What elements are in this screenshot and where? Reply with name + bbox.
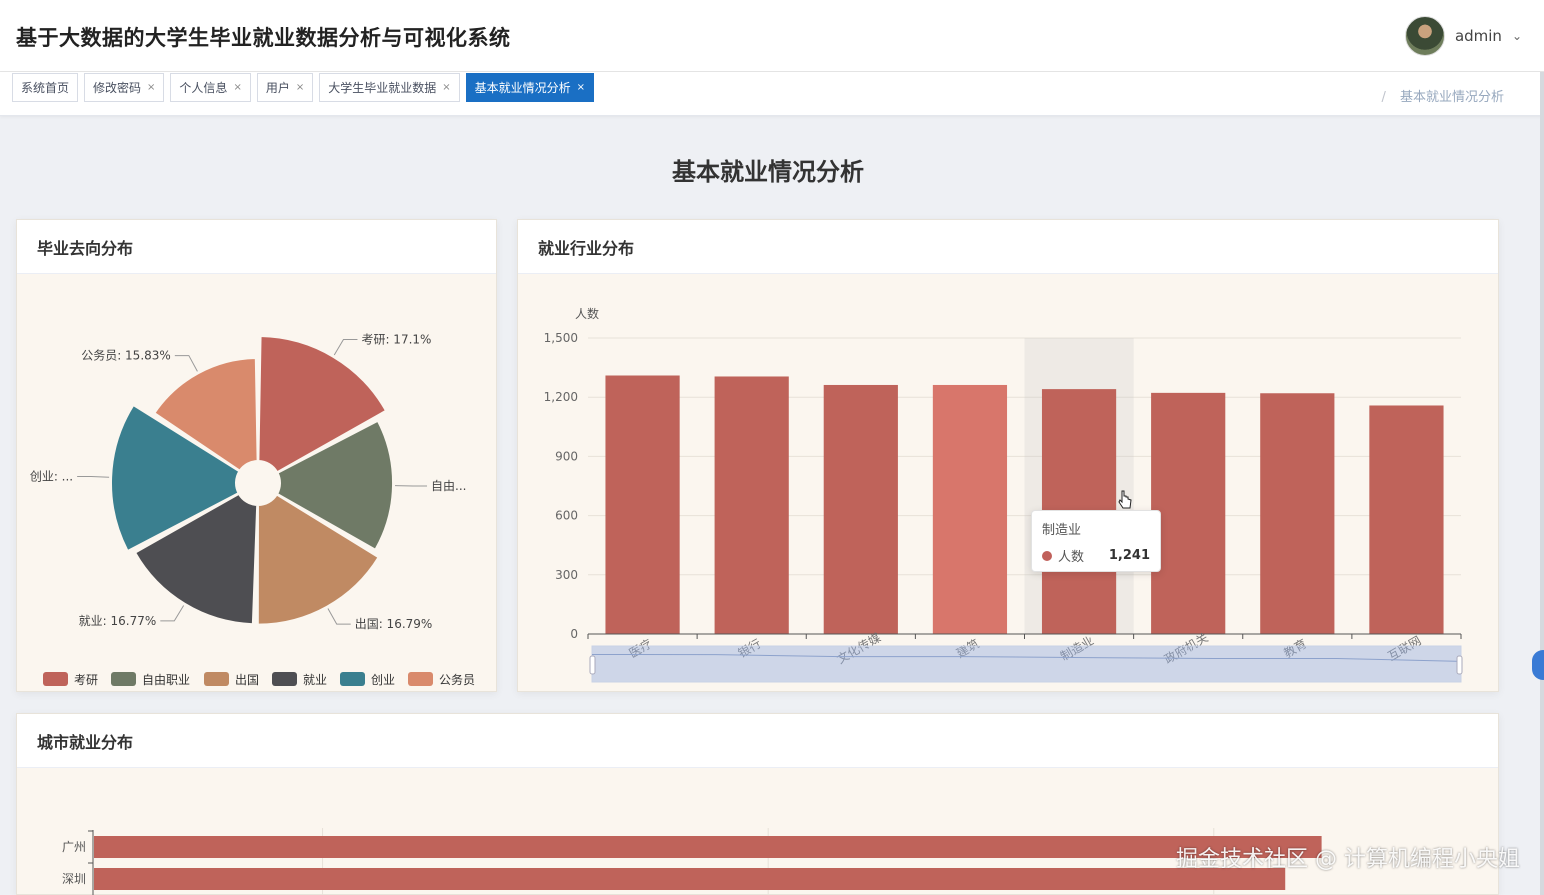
legend-label: 自由职业 bbox=[142, 673, 190, 687]
tag-profile[interactable]: 个人信息 × bbox=[170, 73, 251, 102]
card-title: 就业行业分布 bbox=[518, 220, 1498, 274]
legend-swatch bbox=[340, 672, 365, 686]
legend-label: 出国 bbox=[235, 673, 259, 687]
city-bar-chart[interactable]: 广州深圳 bbox=[17, 768, 1498, 895]
tooltip-title: 制造业 bbox=[1042, 523, 1082, 538]
tag-users[interactable]: 用户 × bbox=[256, 73, 314, 102]
tooltip-value: 1,241 bbox=[1108, 548, 1150, 563]
tooltip-series: 人数 bbox=[1058, 550, 1085, 565]
label-line bbox=[160, 605, 185, 622]
datazoom-handle-left bbox=[589, 655, 596, 675]
close-icon[interactable]: × bbox=[577, 82, 585, 93]
y-tick-label: 300 bbox=[555, 568, 578, 582]
legend-label: 就业 bbox=[303, 673, 327, 687]
slice-label: 自由... bbox=[431, 479, 466, 493]
watermark: 掘金技术社区 @ 计算机编程小央姐 bbox=[1176, 847, 1520, 872]
breadcrumb: / 基本就业情况分析 bbox=[1381, 86, 1504, 105]
close-icon[interactable]: × bbox=[233, 82, 241, 93]
close-icon[interactable]: × bbox=[296, 82, 304, 93]
bar bbox=[605, 375, 680, 634]
hand-cursor-icon bbox=[1118, 490, 1132, 509]
bar bbox=[1260, 393, 1335, 634]
chevron-down-icon[interactable]: ⌄ bbox=[1512, 29, 1522, 43]
y-tick-label: 900 bbox=[555, 449, 578, 463]
bar bbox=[932, 384, 1008, 634]
label-line bbox=[333, 339, 358, 356]
chart-tooltip: 制造业 人数 1,241 bbox=[1031, 510, 1161, 572]
tag-label: 基本就业情况分析 bbox=[474, 81, 571, 95]
breadcrumb-current: 基本就业情况分析 bbox=[1399, 90, 1504, 105]
y-tick-label: 600 bbox=[555, 509, 578, 523]
tag-employment-analysis[interactable]: 基本就业情况分析 × bbox=[465, 73, 595, 102]
legend-label: 创业 bbox=[371, 673, 395, 687]
user-menu[interactable]: admin ⌄ bbox=[1404, 16, 1522, 56]
industry-distribution-card: 就业行业分布 人数03006009001,2001,500医疗银行文化传媒建筑制… bbox=[517, 219, 1499, 692]
y-axis-label: 人数 bbox=[575, 306, 599, 321]
bar bbox=[94, 836, 1322, 858]
page-title: 基本就业情况分析 bbox=[672, 158, 864, 186]
legend-swatch bbox=[272, 672, 297, 686]
datazoom-slider bbox=[591, 645, 1462, 683]
y-tick-label: 深圳 bbox=[62, 872, 86, 886]
slice-label: 公务员: 15.83% bbox=[81, 348, 171, 363]
label-line bbox=[174, 355, 198, 372]
y-tick-label: 0 bbox=[570, 627, 578, 641]
legend-label: 考研 bbox=[74, 673, 98, 687]
tag-label: 大学生毕业就业数据 bbox=[328, 81, 437, 95]
close-icon[interactable]: × bbox=[147, 82, 155, 93]
legend-swatch bbox=[43, 672, 68, 686]
y-tick-label: 1,500 bbox=[544, 331, 578, 345]
bar bbox=[823, 384, 898, 634]
legend-label: 公务员 bbox=[439, 672, 475, 687]
tag-home[interactable]: 系统首页 bbox=[12, 73, 79, 102]
legend-swatch bbox=[111, 672, 136, 686]
industry-bar-chart[interactable]: 人数03006009001,2001,500医疗银行文化传媒建筑制造业政府机关教… bbox=[518, 274, 1498, 691]
tag-change-password[interactable]: 修改密码 × bbox=[84, 73, 165, 102]
tag-label: 个人信息 bbox=[179, 81, 228, 95]
tag-graduate-data[interactable]: 大学生毕业就业数据 × bbox=[319, 73, 460, 102]
slice-label: 创业: ... bbox=[30, 469, 73, 483]
slice-label: 就业: 16.77% bbox=[79, 614, 157, 628]
settings-drawer-toggle[interactable] bbox=[1532, 650, 1544, 680]
slice-label: 考研: 17.1% bbox=[361, 333, 431, 347]
card-title: 城市就业分布 bbox=[17, 714, 1498, 768]
username[interactable]: admin bbox=[1455, 27, 1502, 45]
tags-list: 系统首页 修改密码 × 个人信息 × 用户 × 大学生毕业就业数据 × 基本就业… bbox=[12, 73, 595, 102]
close-icon[interactable]: × bbox=[442, 82, 450, 93]
top-header: 基于大数据的大学生毕业就业数据分析与可视化系统 admin ⌄ bbox=[0, 0, 1544, 72]
tag-label: 系统首页 bbox=[21, 81, 70, 95]
label-line bbox=[327, 608, 351, 625]
bar bbox=[94, 868, 1286, 890]
y-tick-label: 1,200 bbox=[544, 390, 578, 404]
avatar[interactable] bbox=[1404, 16, 1445, 56]
graduation-destination-card: 毕业去向分布 考研: 17.1% 自由... 出国: 16.79% 就业: 16.77… bbox=[16, 219, 497, 692]
legend-swatch bbox=[204, 672, 229, 686]
app-title: 基于大数据的大学生毕业就业数据分析与可视化系统 bbox=[16, 26, 511, 50]
tag-label: 修改密码 bbox=[93, 81, 142, 95]
legend-swatch bbox=[408, 672, 433, 686]
series-dot bbox=[1042, 550, 1052, 561]
tag-label: 用户 bbox=[265, 81, 290, 95]
destination-rose-chart[interactable]: 考研: 17.1% 自由... 出国: 16.79% 就业: 16.77% 创业: ..… bbox=[17, 274, 496, 691]
slice-label: 出国: 16.79% bbox=[355, 617, 433, 631]
breadcrumb-separator: / bbox=[1381, 90, 1386, 105]
bar bbox=[1369, 405, 1444, 634]
y-tick-label: 广州 bbox=[62, 840, 86, 854]
bar bbox=[1151, 392, 1226, 634]
tooltip-row: 人数 1,241 bbox=[1042, 546, 1150, 565]
label-line bbox=[77, 475, 110, 478]
card-title: 毕业去向分布 bbox=[17, 220, 496, 274]
datazoom-handle-right bbox=[1456, 655, 1463, 675]
tags-view-bar: 系统首页 修改密码 × 个人信息 × 用户 × 大学生毕业就业数据 × 基本就业… bbox=[0, 72, 1544, 116]
bar bbox=[714, 376, 789, 634]
page-scrollbar[interactable] bbox=[1540, 72, 1544, 895]
